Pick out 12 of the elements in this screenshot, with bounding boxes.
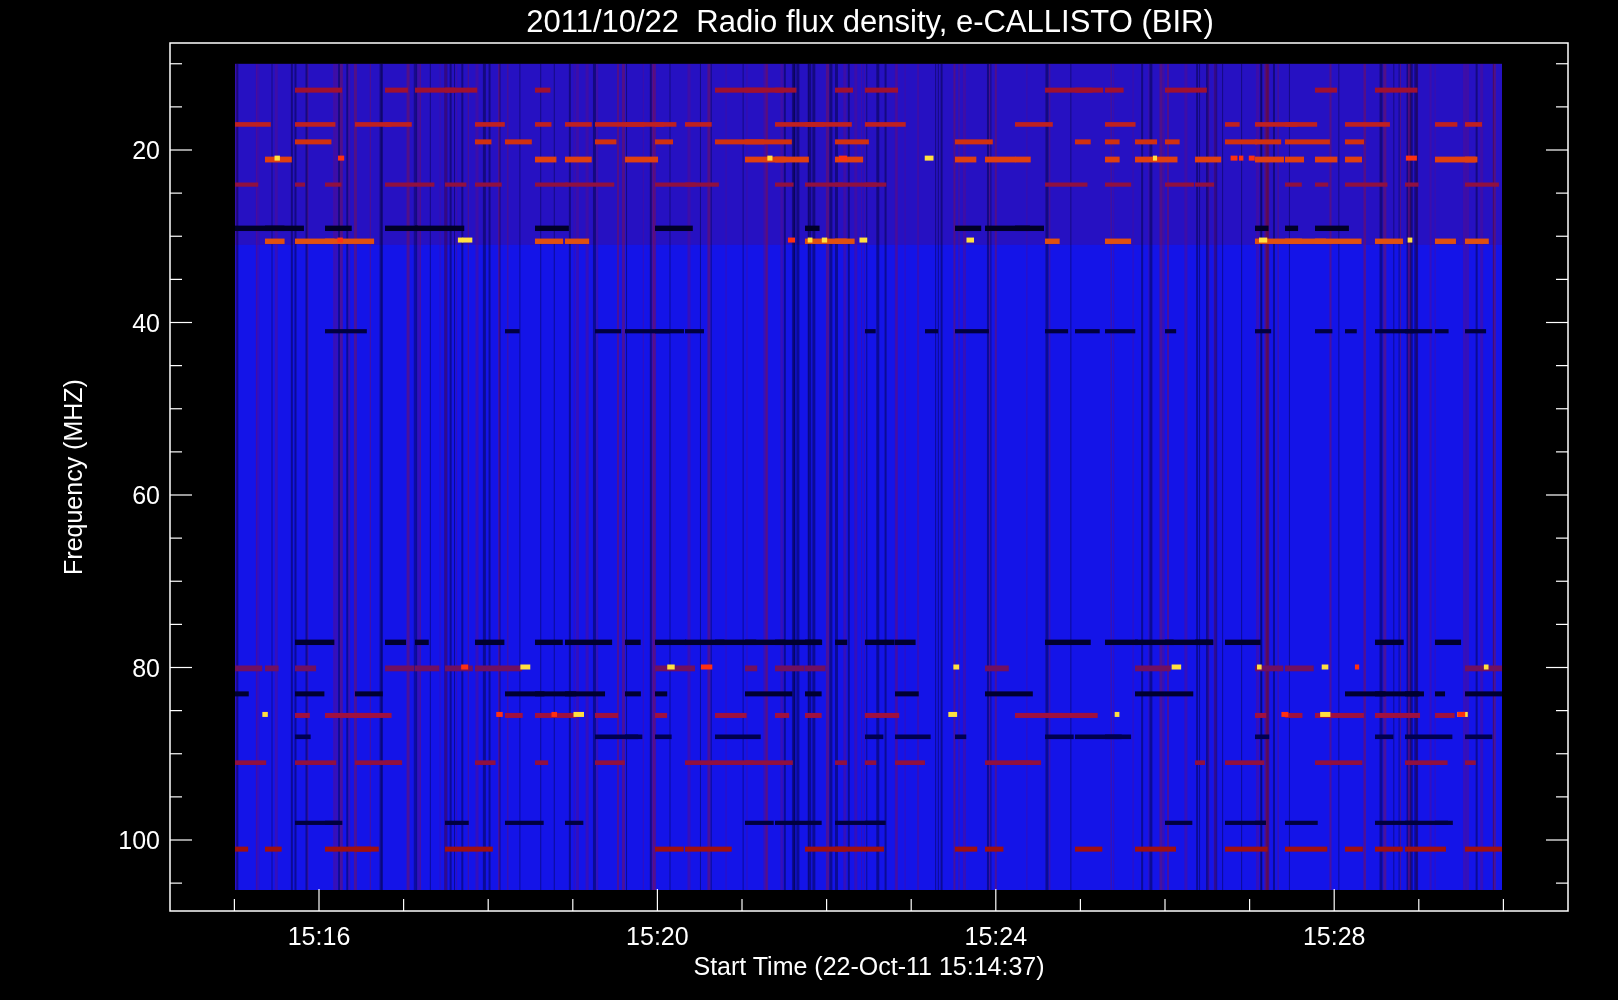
y-axis-label: Frequency (MHZ) (59, 379, 87, 575)
x-tick-label: 15:24 (964, 922, 1028, 950)
chart-title: 2011/10/22 Radio flux density, e-CALLISTO (BIR) (526, 4, 1214, 39)
x-axis-label: Start Time (22-Oct-11 15:14:37) (693, 952, 1045, 980)
y-tick-label: 20 (132, 136, 160, 164)
x-tick-label: 15:16 (287, 922, 351, 950)
x-tick-label: 15:28 (1302, 922, 1366, 950)
y-tick-label: 80 (132, 653, 160, 682)
y-tick-label: 100 (118, 826, 160, 854)
y-tick-label: 60 (132, 481, 160, 509)
y-tick-label: 40 (132, 308, 160, 337)
x-tick-label: 15:20 (626, 922, 689, 950)
